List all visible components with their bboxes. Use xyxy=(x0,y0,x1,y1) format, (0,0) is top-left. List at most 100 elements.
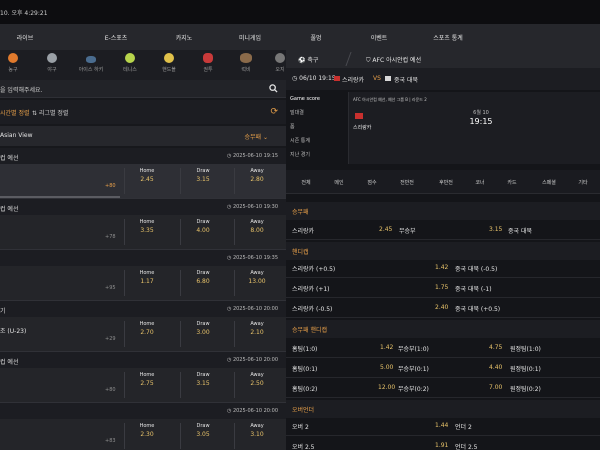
option-name[interactable]: 무승부(0:2) xyxy=(398,384,429,393)
sport-baseball[interactable]: 야구 xyxy=(37,53,67,73)
odd-draw[interactable]: Draw 4.00 xyxy=(183,219,223,234)
market-select[interactable]: 승무패 ⌄ xyxy=(244,132,268,141)
option-odd[interactable]: 1.75 xyxy=(435,284,448,291)
odd-away[interactable]: Away 13.00 xyxy=(237,270,277,285)
option-name[interactable]: 원정팀(0:1) xyxy=(510,364,541,373)
odd-home[interactable]: Home 2.70 xyxy=(127,321,167,336)
odd-home[interactable]: Home 1.17 xyxy=(127,270,167,285)
tab-first-half[interactable]: 전반전 xyxy=(400,179,414,186)
menu-form[interactable]: 폼 xyxy=(290,120,346,134)
odd-away[interactable]: Away 8.00 xyxy=(237,219,277,234)
search-icon[interactable] xyxy=(269,84,278,93)
option-name[interactable]: 스리랑카 (+1) xyxy=(292,284,330,293)
refresh-icon[interactable]: ⟳ xyxy=(270,107,278,117)
sport-boxing[interactable]: 권투 xyxy=(193,53,223,73)
option-odd[interactable]: 1.42 xyxy=(435,264,448,271)
option-odd[interactable]: 2.45 xyxy=(379,226,392,233)
odd-away[interactable]: Away 2.50 xyxy=(237,372,277,387)
odd-draw[interactable]: Draw 3.15 xyxy=(183,372,223,387)
option-name[interactable]: 스리랑카 (-0.5) xyxy=(292,304,332,313)
nav-sports-stats[interactable]: 스포츠 통계 xyxy=(433,33,463,42)
tab-main[interactable]: 메인 xyxy=(334,179,343,186)
option-name[interactable]: 오버 2 xyxy=(292,422,309,431)
tab-card[interactable]: 카드 xyxy=(507,179,516,186)
more-markets[interactable]: +29 xyxy=(105,336,116,342)
tab-special[interactable]: 스페셜 xyxy=(542,179,556,186)
tab-score[interactable]: 점수 xyxy=(367,179,376,186)
nav-pool[interactable]: 풀멍 xyxy=(310,33,321,42)
option-odd[interactable]: 1.42 xyxy=(380,344,393,351)
sport-tennis[interactable]: 테니스 xyxy=(115,53,145,73)
odd-draw[interactable]: Draw 3.00 xyxy=(183,321,223,336)
sort-by-time[interactable]: 시간별 정렬 xyxy=(0,108,30,117)
sport-icehockey[interactable]: 아이스 하키 xyxy=(76,53,106,73)
match-row[interactable]: +80 Home 2.75 Draw 3.15 Away 2.50 xyxy=(0,368,286,403)
menu-last-games[interactable]: 지난 경기 xyxy=(290,148,346,162)
sort-by-league[interactable]: ⇅ 리그별 정렬 xyxy=(32,108,68,117)
search-input[interactable]: 을 입력해주세요. xyxy=(0,80,286,98)
option-name[interactable]: 스리랑카 xyxy=(292,226,314,235)
odd-away[interactable]: Away 2.10 xyxy=(237,321,277,336)
option-name[interactable]: 홈팀(0:2) xyxy=(292,384,317,393)
tab-second-half[interactable]: 후반전 xyxy=(439,179,453,186)
odd-away[interactable]: Away 2.80 xyxy=(237,168,277,183)
more-markets[interactable]: +80 xyxy=(105,387,116,393)
option-odd[interactable]: 2.40 xyxy=(435,304,448,311)
tab-other[interactable]: 기타 xyxy=(578,179,587,186)
option-odd[interactable]: 3.15 xyxy=(489,226,502,233)
menu-game-score[interactable]: Game score xyxy=(290,92,346,106)
option-name[interactable]: 무승부 xyxy=(399,226,416,235)
match-row[interactable]: +80 Home 2.45 Draw 3.15 Away 2.80 xyxy=(0,164,286,199)
option-name[interactable]: 중국 대북 (-0.5) xyxy=(455,264,497,273)
odd-draw[interactable]: Draw 3.05 xyxy=(183,423,223,438)
more-markets[interactable]: +80 xyxy=(105,183,116,189)
option-name[interactable]: 무승부(0:1) xyxy=(398,364,429,373)
match-row[interactable]: +83 Home 2.30 Draw 3.05 Away 3.10 xyxy=(0,419,286,450)
section-wdl-handicap[interactable]: 승무패 핸디캡 xyxy=(286,320,600,338)
option-name[interactable]: 중국 대북 (+0.5) xyxy=(455,304,500,313)
match-row[interactable]: +78 Home 3.35 Draw 4.00 Away 8.00 xyxy=(0,215,286,250)
more-markets[interactable]: +83 xyxy=(105,438,116,444)
section-wdl[interactable]: 승무패 xyxy=(286,202,600,220)
option-name[interactable]: 홈팀(1:0) xyxy=(292,344,317,353)
option-name[interactable]: 무승부(1:0) xyxy=(398,344,429,353)
tab-sport[interactable]: ⚽ 축구 xyxy=(298,55,318,64)
odd-home[interactable]: Home 3.35 xyxy=(127,219,167,234)
odd-home[interactable]: Home 2.30 xyxy=(127,423,167,438)
more-markets[interactable]: +78 xyxy=(105,234,116,240)
option-name[interactable]: 중국 대북 (-1) xyxy=(455,284,492,293)
sport-handball[interactable]: 핸드볼 xyxy=(154,53,184,73)
option-odd[interactable]: 5.00 xyxy=(380,364,393,371)
option-odd[interactable]: 7.00 xyxy=(489,384,502,391)
option-name[interactable]: 중국 대북 xyxy=(508,226,532,235)
match-row[interactable]: 조 (U-23) +29 Home 2.70 Draw 3.00 Away 2.10 xyxy=(0,317,286,352)
tab-league[interactable]: ⛉ AFC 아시안컵 예선 xyxy=(366,55,421,65)
nav-live[interactable]: 라이브 xyxy=(17,33,34,42)
tab-corner[interactable]: 코너 xyxy=(475,179,484,186)
option-name[interactable]: 언더 2 xyxy=(455,422,472,431)
option-name[interactable]: 언더 2.5 xyxy=(455,442,478,450)
odd-away[interactable]: Away 3.10 xyxy=(237,423,277,438)
option-name[interactable]: 원정팀(0:2) xyxy=(510,384,541,393)
more-markets[interactable]: +95 xyxy=(105,285,116,291)
nav-event[interactable]: 이벤트 xyxy=(371,33,388,42)
odd-draw[interactable]: Draw 3.15 xyxy=(183,168,223,183)
option-odd[interactable]: 4.40 xyxy=(489,364,502,371)
odd-home[interactable]: Home 2.75 xyxy=(127,372,167,387)
menu-h2h[interactable]: 빌대결 xyxy=(290,106,346,120)
option-odd[interactable]: 1.44 xyxy=(435,422,448,429)
option-odd[interactable]: 12.00 xyxy=(378,384,395,391)
nav-esports[interactable]: E-스포츠 xyxy=(105,33,128,42)
menu-season-stats[interactable]: 시즌 통계 xyxy=(290,134,346,148)
option-name[interactable]: 홈팀(0:1) xyxy=(292,364,317,373)
sport-basketball[interactable]: 농구 xyxy=(0,53,28,73)
odd-home[interactable]: Home 2.45 xyxy=(127,168,167,183)
nav-casino[interactable]: 카지노 xyxy=(176,33,193,42)
option-odd[interactable]: 1.91 xyxy=(435,442,448,449)
odd-draw[interactable]: Draw 6.80 xyxy=(183,270,223,285)
match-row[interactable]: +95 Home 1.17 Draw 6.80 Away 13.00 xyxy=(0,266,286,301)
option-odd[interactable]: 4.75 xyxy=(489,344,502,351)
nav-minigame[interactable]: 미니게임 xyxy=(239,33,261,42)
tab-all[interactable]: 전체 xyxy=(301,179,310,186)
option-name[interactable]: 원정팀(1:0) xyxy=(510,344,541,353)
